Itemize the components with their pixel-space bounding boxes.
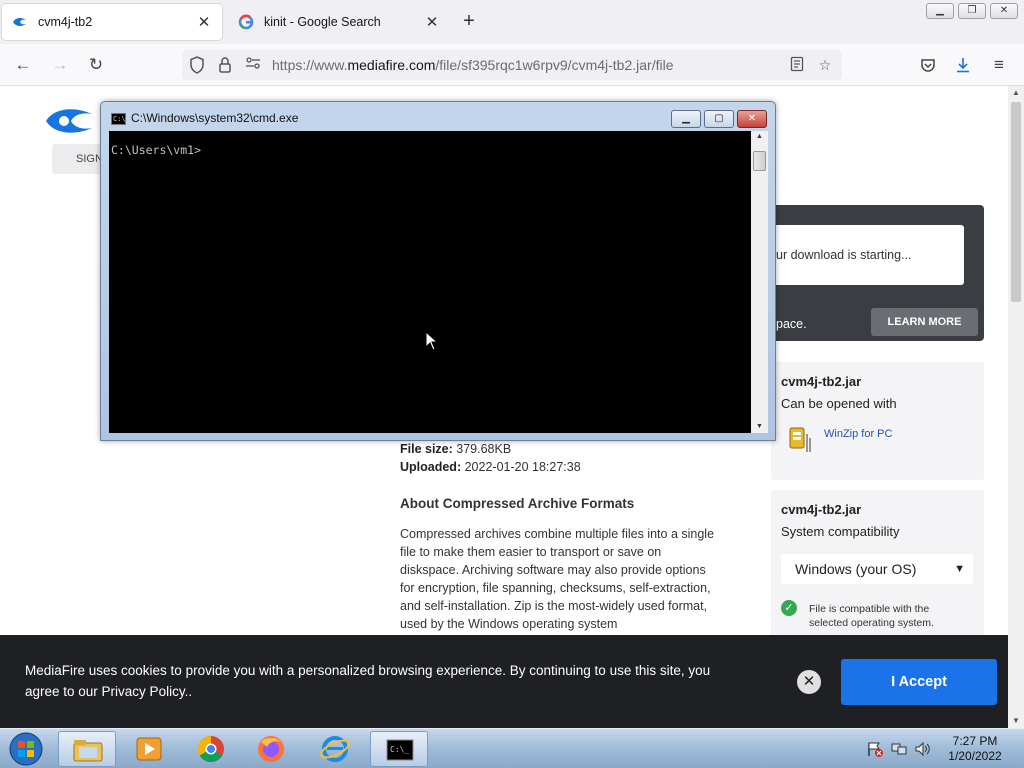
windows-taskbar: C:\_ 7:27 PM 1/20/2022 bbox=[0, 728, 1024, 768]
start-button[interactable] bbox=[6, 731, 46, 767]
hamburger-menu-icon[interactable]: ≡ bbox=[988, 54, 1010, 76]
close-tab-icon[interactable]: ✕ bbox=[196, 13, 212, 31]
tab-title: cvm4j-tb2 bbox=[38, 15, 93, 29]
compat-card-filename: cvm4j-tb2.jar bbox=[781, 502, 862, 517]
cmd-titlebar[interactable]: C:\ C:\Windows\system32\cmd.exe ▁ ▢ ✕ bbox=[101, 102, 775, 132]
tab-title: kinit - Google Search bbox=[264, 15, 381, 29]
winzip-link[interactable]: WinZip for PC bbox=[824, 428, 892, 440]
url-text[interactable]: https://www.mediafire.com/file/sf395rqc1… bbox=[272, 57, 674, 73]
mediafire-favicon-icon bbox=[12, 14, 28, 30]
tab-cvm4j-tb2[interactable]: cvm4j-tb2 ✕ bbox=[2, 4, 222, 40]
open-card-filename: cvm4j-tb2.jar bbox=[781, 374, 862, 389]
system-clock[interactable]: 7:27 PM 1/20/2022 bbox=[930, 734, 1020, 764]
address-bar[interactable]: https://www.mediafire.com/file/sf395rqc1… bbox=[182, 50, 842, 80]
chevron-down-icon: ▼ bbox=[954, 563, 965, 575]
browser-tab-bar: cvm4j-tb2 ✕ kinit - Google Search ✕ + ▁ … bbox=[0, 0, 1024, 44]
close-window-button[interactable]: ✕ bbox=[990, 3, 1018, 19]
accept-cookies-button[interactable]: I Accept bbox=[841, 659, 997, 705]
learn-more-button[interactable]: LEARN MORE bbox=[871, 308, 978, 336]
permissions-icon[interactable] bbox=[244, 56, 262, 74]
scrollbar-thumb[interactable] bbox=[1011, 102, 1021, 302]
clock-time: 7:27 PM bbox=[952, 734, 998, 748]
compat-card-subtitle: System compatibility bbox=[781, 524, 900, 539]
uploaded-label: Uploaded: bbox=[400, 460, 462, 474]
minimize-window-button[interactable]: ▁ bbox=[926, 3, 954, 19]
browser-nav-bar: ← → ↻ https://www.mediafire.com/file/sf3… bbox=[0, 44, 1024, 86]
check-circle-icon: ✓ bbox=[781, 600, 797, 616]
svg-text:C:\_: C:\_ bbox=[390, 745, 409, 754]
reader-view-icon[interactable] bbox=[788, 56, 806, 74]
open-card-subtitle: Can be opened with bbox=[781, 396, 897, 411]
shield-icon[interactable] bbox=[188, 56, 206, 74]
cookie-text: MediaFire uses cookies to provide you wi… bbox=[25, 663, 711, 699]
download-panel: ur download is starting... pace. LEARN M… bbox=[770, 205, 984, 341]
compat-text: File is compatible with the selected ope… bbox=[809, 603, 934, 629]
cmd-scrollbar[interactable]: ▲ ▼ bbox=[751, 131, 768, 433]
scroll-up-icon[interactable]: ▲ bbox=[1008, 86, 1024, 100]
folder-icon bbox=[73, 740, 103, 762]
winzip-icon bbox=[787, 424, 813, 454]
forward-arrow-icon[interactable]: → bbox=[49, 54, 71, 76]
url-domain: mediafire.com bbox=[347, 57, 436, 73]
file-info: File size: 379.68KB Uploaded: 2022-01-20… bbox=[400, 440, 581, 476]
compatibility-card: cvm4j-tb2.jar System compatibility Windo… bbox=[771, 490, 984, 650]
url-prefix: https://www. bbox=[272, 57, 348, 73]
taskbar-explorer[interactable] bbox=[58, 731, 116, 767]
cmd-window[interactable]: C:\ C:\Windows\system32\cmd.exe ▁ ▢ ✕ C:… bbox=[100, 101, 776, 441]
cmd-title: C:\Windows\system32\cmd.exe bbox=[131, 111, 299, 125]
action-center-flag-icon[interactable] bbox=[866, 741, 884, 757]
taskbar-media-player[interactable] bbox=[120, 731, 178, 767]
downloads-icon[interactable] bbox=[952, 54, 974, 76]
new-tab-icon[interactable]: + bbox=[458, 11, 480, 33]
cookie-banner: MediaFire uses cookies to provide you wi… bbox=[0, 635, 1008, 728]
back-arrow-icon[interactable]: ← bbox=[12, 54, 34, 76]
cmd-app-icon: C:\ bbox=[111, 113, 126, 125]
cmd-console[interactable]: C:\Users\vm1> bbox=[109, 131, 751, 433]
taskbar-firefox[interactable] bbox=[242, 731, 300, 767]
cmd-scrollbar-thumb[interactable] bbox=[753, 151, 766, 171]
scroll-down-icon[interactable]: ▼ bbox=[751, 421, 768, 433]
about-heading: About Compressed Archive Formats bbox=[400, 496, 635, 511]
close-tab-icon[interactable]: ✕ bbox=[424, 13, 440, 31]
clock-date: 1/20/2022 bbox=[948, 749, 1002, 763]
media-player-icon bbox=[136, 737, 162, 761]
cmd-minimize-button[interactable]: ▁ bbox=[671, 110, 701, 128]
chrome-icon bbox=[197, 735, 224, 763]
cmd-prompt: C:\Users\vm1> bbox=[111, 143, 202, 157]
cmd-close-button[interactable]: ✕ bbox=[737, 110, 767, 128]
page-scrollbar[interactable]: ▲ ▼ bbox=[1008, 86, 1024, 728]
reload-icon[interactable]: ↻ bbox=[85, 54, 107, 76]
taskbar-internet-explorer[interactable] bbox=[306, 731, 364, 767]
os-select-value: Windows (your OS) bbox=[795, 561, 917, 577]
download-status: ur download is starting... bbox=[770, 225, 964, 285]
restore-window-button[interactable]: ❐ bbox=[958, 3, 986, 19]
taskbar-cmd[interactable]: C:\_ bbox=[370, 731, 428, 767]
scroll-down-icon[interactable]: ▼ bbox=[1008, 714, 1024, 728]
cmd-maximize-button[interactable]: ▢ bbox=[704, 110, 734, 128]
url-path: /file/sf395rqc1w6rpv9/cvm4j-tb2.jar/file bbox=[435, 57, 674, 73]
mouse-pointer-icon bbox=[425, 330, 439, 351]
google-favicon-icon bbox=[238, 14, 254, 30]
network-icon[interactable] bbox=[890, 741, 908, 757]
space-text: pace. bbox=[776, 317, 807, 331]
file-size-value: 379.68KB bbox=[456, 442, 512, 456]
firefox-icon bbox=[258, 736, 284, 762]
lock-icon[interactable] bbox=[216, 56, 234, 74]
pocket-icon[interactable] bbox=[917, 54, 939, 76]
tab-google-search[interactable]: kinit - Google Search ✕ bbox=[228, 4, 450, 40]
cmd-icon: C:\_ bbox=[386, 739, 414, 761]
close-icon[interactable]: ✕ bbox=[797, 670, 821, 694]
mediafire-logo[interactable] bbox=[44, 106, 94, 136]
taskbar-chrome[interactable] bbox=[182, 731, 240, 767]
open-with-card: cvm4j-tb2.jar Can be opened with WinZip … bbox=[771, 362, 984, 480]
about-paragraph: Compressed archives combine multiple fil… bbox=[400, 527, 715, 631]
bookmark-star-icon[interactable]: ☆ bbox=[816, 56, 834, 74]
uploaded-value: 2022-01-20 18:27:38 bbox=[464, 460, 581, 474]
os-select[interactable]: Windows (your OS) ▼ bbox=[781, 554, 973, 584]
internet-explorer-icon bbox=[320, 736, 350, 762]
scroll-up-icon[interactable]: ▲ bbox=[751, 131, 768, 143]
file-size-label: File size: bbox=[400, 442, 453, 456]
